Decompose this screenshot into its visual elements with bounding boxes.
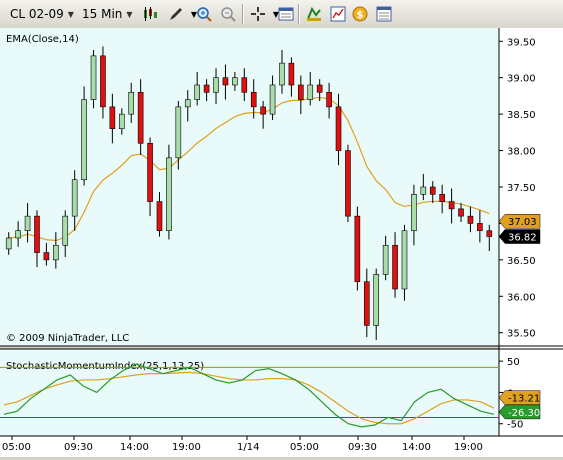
candle-body <box>147 142 153 202</box>
candle-body <box>53 244 59 261</box>
zoom-in-icon[interactable] <box>194 4 214 24</box>
candle-body <box>269 84 276 115</box>
strategy-icon[interactable]: $ <box>350 4 370 24</box>
price-tick-label: 38.50 <box>507 110 536 121</box>
zoom-out-icon[interactable] <box>218 4 238 24</box>
ema-value-badge: 37.03 <box>508 217 537 228</box>
time-tick-label: 14:00 <box>402 442 431 453</box>
candle-body <box>486 230 493 237</box>
time-tick-label: 09:30 <box>348 442 377 453</box>
candle-body <box>298 84 304 100</box>
candle-body <box>71 179 78 217</box>
candle-body <box>100 55 106 108</box>
candle-body <box>316 84 323 93</box>
candle-body <box>260 106 266 115</box>
candle-body <box>194 84 200 100</box>
candle-body <box>15 230 21 239</box>
properties-icon[interactable] <box>276 4 296 24</box>
price-tick-label: 37.50 <box>507 183 536 194</box>
candle-body <box>335 106 342 151</box>
crosshair-icon[interactable] <box>248 4 268 24</box>
ema-indicator-label: EMA(Close,14) <box>6 34 79 45</box>
price-tick-label: 39.00 <box>507 74 536 85</box>
interval-selector[interactable]: 15 Min ▼ <box>78 4 137 24</box>
chart-area[interactable]: 39.5039.0038.5038.0037.5037.0036.5036.00… <box>0 28 563 457</box>
smi-tick-label: 50 <box>507 357 520 368</box>
chevron-down-icon: ▼ <box>126 9 133 19</box>
indicator-icon[interactable] <box>328 4 348 24</box>
candle-body <box>81 99 87 181</box>
candle-body <box>90 55 97 100</box>
candle-body <box>439 193 445 202</box>
smi-tick-label: -50 <box>507 420 523 431</box>
instrument-selector[interactable]: CL 02-09 ▼ <box>6 4 78 24</box>
candle-body <box>62 215 69 246</box>
interval-label: 15 Min <box>82 7 123 21</box>
smi-signal-badge: -13.21 <box>508 394 540 405</box>
candle-body <box>109 106 116 130</box>
candle-body <box>477 223 483 232</box>
smi-value-badge: -26.30 <box>508 408 540 419</box>
candlestick-icon[interactable] <box>140 4 160 24</box>
candle-body <box>307 84 314 100</box>
candle-body <box>34 215 40 253</box>
candle-body <box>250 91 257 108</box>
candle-body <box>128 91 135 115</box>
candle-body <box>24 215 31 232</box>
last-price-badge: 36.82 <box>508 233 537 244</box>
time-tick-label: 05:00 <box>2 442 31 453</box>
candle-body <box>156 201 163 232</box>
time-tick-label: 19:00 <box>172 442 201 453</box>
candle-body <box>203 84 210 93</box>
candle-body <box>401 230 408 290</box>
candle-body <box>137 91 144 144</box>
price-tick-label: 35.50 <box>507 329 536 340</box>
chart-toolbar: CL 02-09 ▼ 15 Min ▼ ▼ ▼ $ <box>0 0 563 29</box>
candle-body <box>241 77 248 93</box>
candle-body <box>232 77 238 86</box>
candle-body <box>363 281 370 326</box>
candle-body <box>458 208 464 217</box>
candle-body <box>411 193 417 232</box>
candle-body <box>288 62 295 86</box>
data-box-icon[interactable] <box>374 4 394 24</box>
candle-body <box>222 77 229 86</box>
candle-body <box>326 91 332 108</box>
candle-body <box>392 244 398 290</box>
candle-body <box>373 274 380 326</box>
pencil-icon[interactable] <box>166 4 186 24</box>
candle-body <box>345 150 351 217</box>
time-tick-label: 14:00 <box>120 442 149 453</box>
svg-text:$: $ <box>357 10 364 21</box>
price-chart[interactable]: 39.5039.0038.5038.0037.5037.0036.5036.00… <box>0 28 563 457</box>
candle-body <box>175 106 182 159</box>
candle-body <box>448 201 455 210</box>
candle-body <box>354 215 361 283</box>
candle-body <box>279 62 285 86</box>
chevron-down-icon: ▼ <box>67 9 74 19</box>
instrument-icon[interactable] <box>304 4 324 24</box>
price-tick-label: 36.50 <box>507 256 536 267</box>
time-tick-label: 05:00 <box>290 442 319 453</box>
candle-body <box>429 186 436 195</box>
instrument-label: CL 02-09 <box>10 7 64 21</box>
candle-body <box>118 113 125 130</box>
price-tick-label: 38.00 <box>507 147 536 158</box>
time-tick-label: 19:00 <box>454 442 483 453</box>
candle-body <box>213 77 219 93</box>
candle-body <box>43 252 50 261</box>
copyright-label: © 2009 NinjaTrader, LLC <box>6 333 129 344</box>
candle-body <box>166 157 172 232</box>
time-tick-label: 09:30 <box>64 442 93 453</box>
candle-body <box>382 244 389 275</box>
candle-body <box>420 186 427 195</box>
candle-body <box>184 99 191 108</box>
time-tick-label: 1/14 <box>237 442 259 453</box>
price-tick-label: 36.00 <box>507 292 536 303</box>
candle-body <box>5 237 12 250</box>
candle-body <box>467 215 474 224</box>
price-tick-label: 39.50 <box>507 37 536 48</box>
